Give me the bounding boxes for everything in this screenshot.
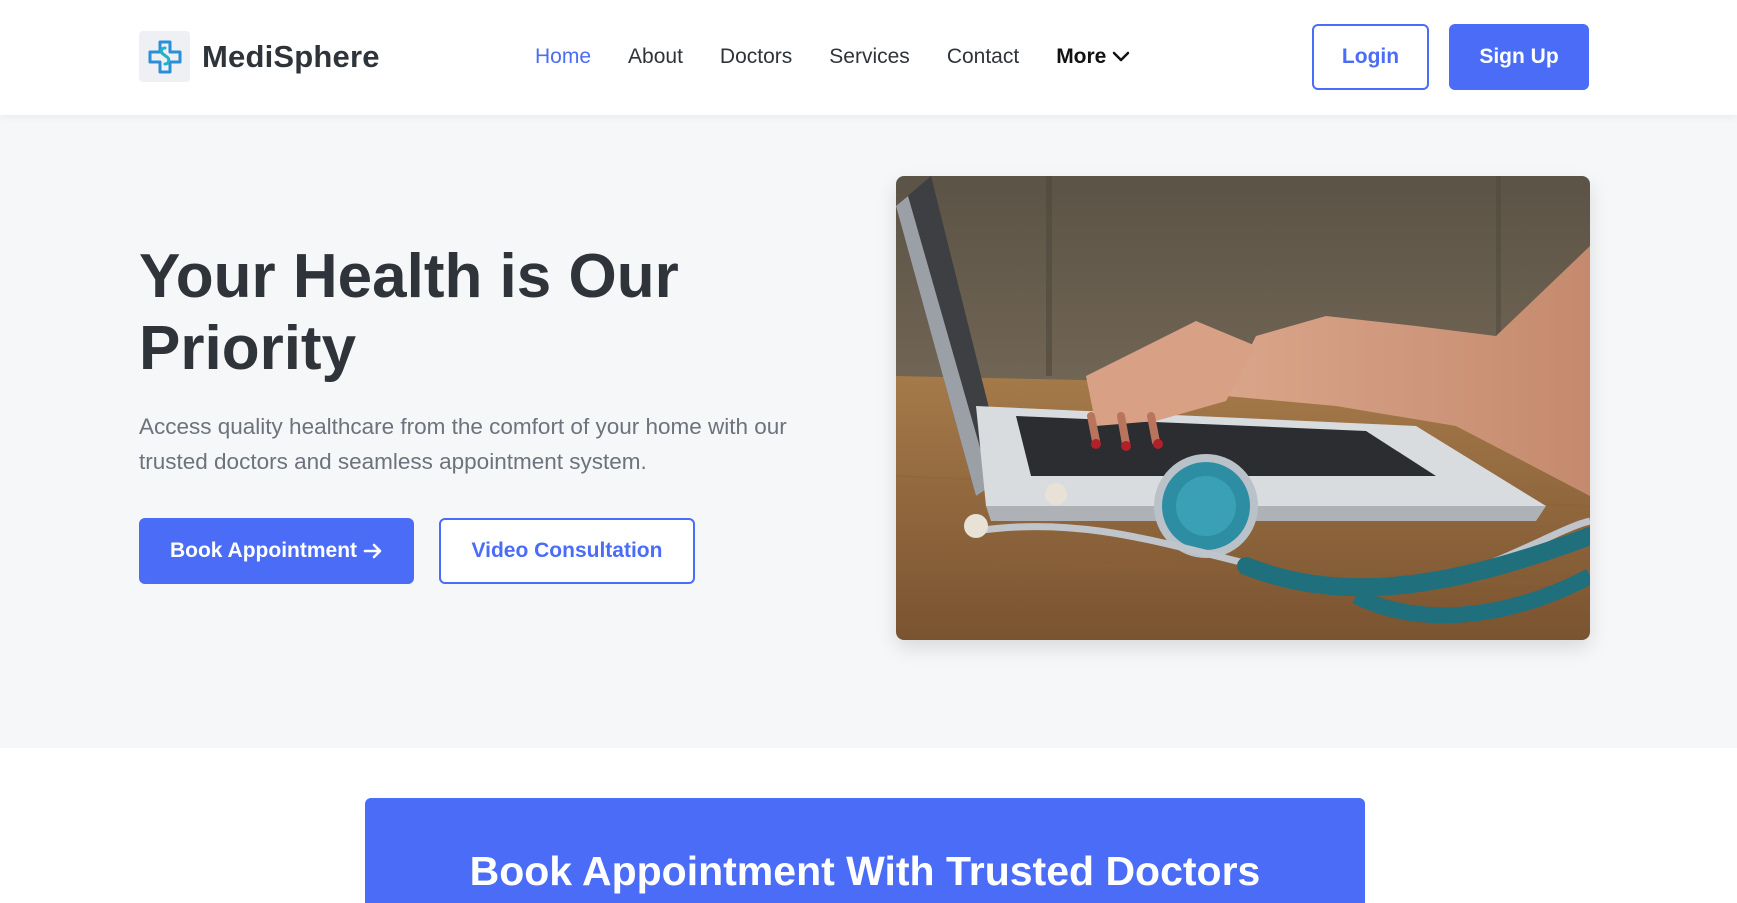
nav-item-doctors[interactable]: Doctors xyxy=(720,45,792,69)
medical-cross-icon xyxy=(139,31,190,82)
book-appointment-button[interactable]: Book Appointment xyxy=(139,518,414,584)
arrow-right-icon xyxy=(363,543,382,559)
nav-item-contact[interactable]: Contact xyxy=(947,45,1019,69)
hero-subtitle: Access quality healthcare from the comfo… xyxy=(139,414,787,474)
nav-item-services[interactable]: Services xyxy=(829,45,910,69)
nav-more-dropdown[interactable]: More xyxy=(1056,45,1130,69)
hero-section: Your Health is Our Priority Access quali… xyxy=(0,115,1737,748)
brand-name: MediSphere xyxy=(202,38,380,74)
nav-more-label: More xyxy=(1056,45,1107,68)
book-appointment-label: Book Appointment xyxy=(169,539,358,562)
login-button[interactable]: Login xyxy=(1312,24,1429,90)
banner-title: Book Appointment With Trusted Doctors xyxy=(469,848,1261,894)
appointment-banner: Book Appointment With Trusted Doctors xyxy=(365,798,1365,903)
nav-item-about[interactable]: About xyxy=(628,45,683,69)
chevron-down-icon xyxy=(1113,51,1130,62)
nav-item-home[interactable]: Home xyxy=(535,45,591,69)
hero-image xyxy=(896,176,1590,640)
hero-title: Your Health is Our Priority xyxy=(139,242,679,383)
video-consultation-button[interactable]: Video Consultation xyxy=(439,518,695,584)
brand[interactable]: MediSphere xyxy=(139,31,380,82)
signup-button[interactable]: Sign Up xyxy=(1449,24,1589,90)
main-nav: Home About Doctors Services Contact More xyxy=(535,42,1130,72)
site-header: MediSphere Home About Doctors Services C… xyxy=(0,0,1737,115)
